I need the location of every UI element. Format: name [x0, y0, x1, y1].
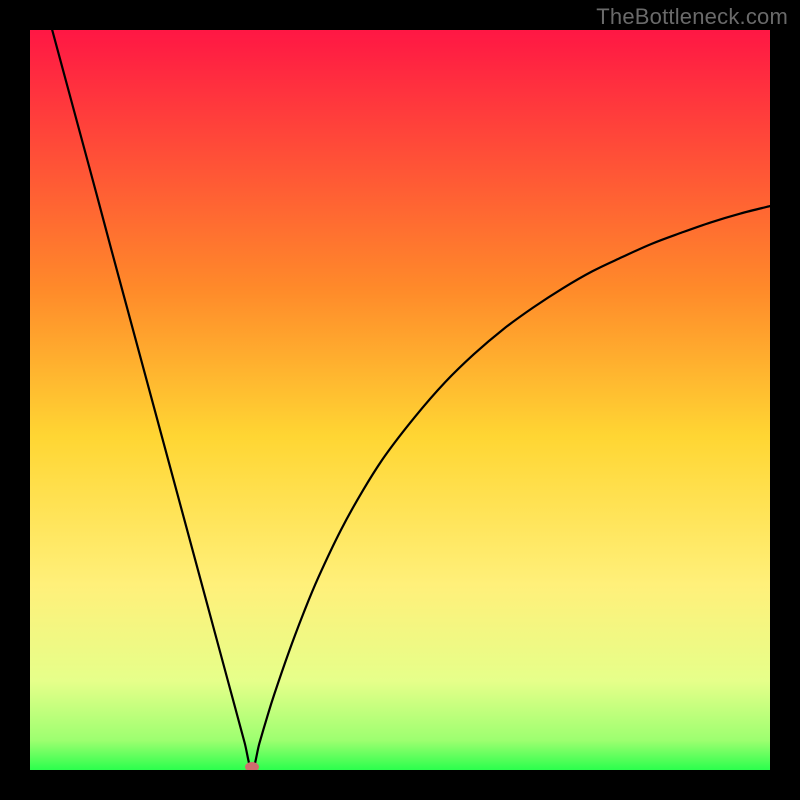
chart-outer: TheBottleneck.com [0, 0, 800, 800]
chart-svg [30, 30, 770, 770]
plot-frame [30, 30, 770, 770]
gradient-background [30, 30, 770, 770]
watermark-text: TheBottleneck.com [596, 4, 788, 30]
